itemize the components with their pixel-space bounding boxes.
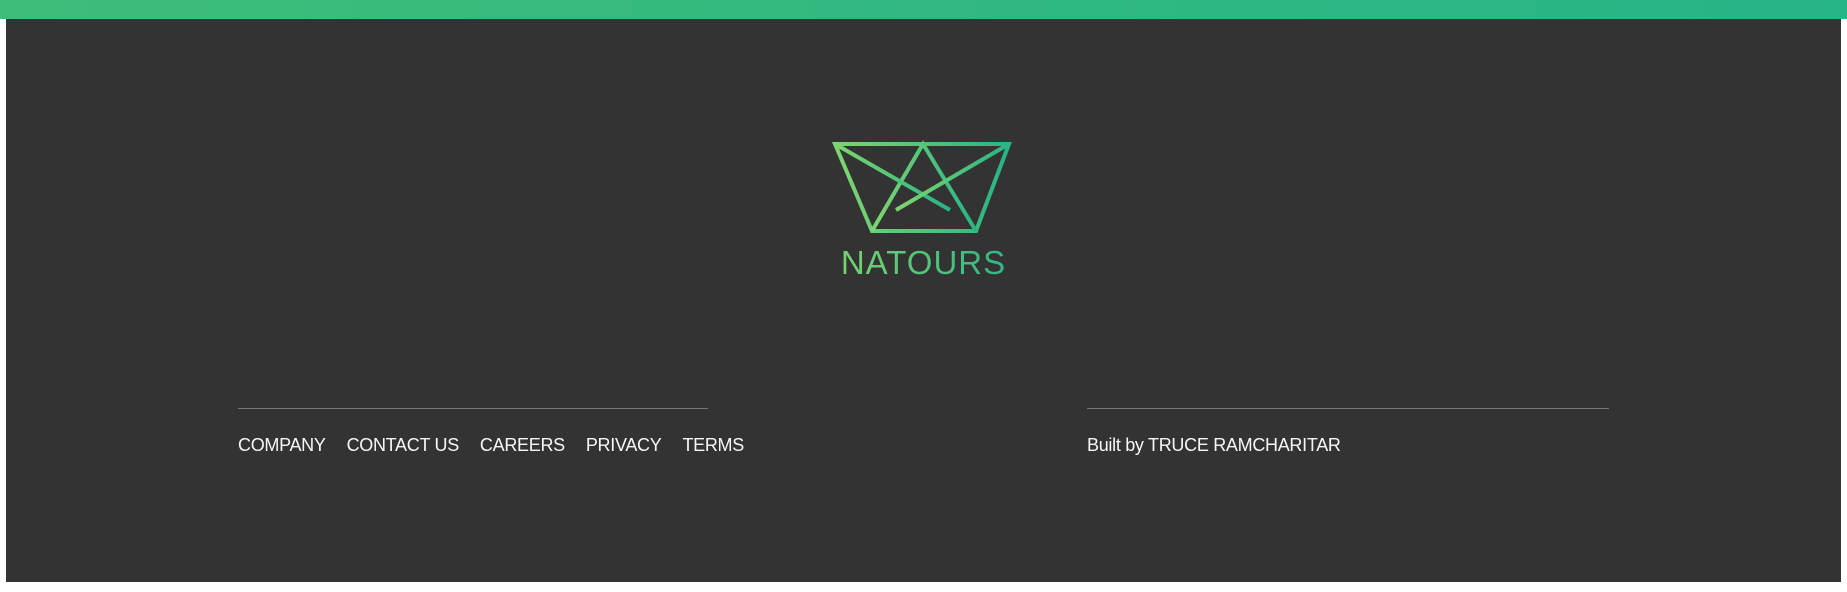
footer-nav: COMPANY CONTACT US CAREERS PRIVACY TERMS	[238, 435, 744, 455]
footer-credit: Built by TRUCE RAMCHARITAR	[1087, 435, 1341, 455]
footer-divider-right	[1087, 408, 1609, 409]
top-band	[0, 0, 1847, 19]
credit-author: TRUCE RAMCHARITAR	[1148, 435, 1341, 455]
footer-link-company[interactable]: COMPANY	[238, 435, 326, 455]
credit-prefix: Built by	[1087, 435, 1144, 455]
footer-link-terms[interactable]: TERMS	[682, 435, 744, 455]
footer: NATOURS COMPANY CONTACT US CAREERS PRIVA…	[6, 19, 1841, 582]
footer-link-careers[interactable]: CAREERS	[480, 435, 565, 455]
page: NATOURS COMPANY CONTACT US CAREERS PRIVA…	[0, 0, 1847, 592]
brand-name: NATOURS	[824, 245, 1024, 281]
footer-link-contact-us[interactable]: CONTACT US	[347, 435, 460, 455]
footer-divider-left	[238, 408, 708, 409]
crown-logo-icon	[831, 140, 1012, 233]
footer-link-privacy[interactable]: PRIVACY	[586, 435, 662, 455]
brand-logo	[829, 140, 1019, 240]
